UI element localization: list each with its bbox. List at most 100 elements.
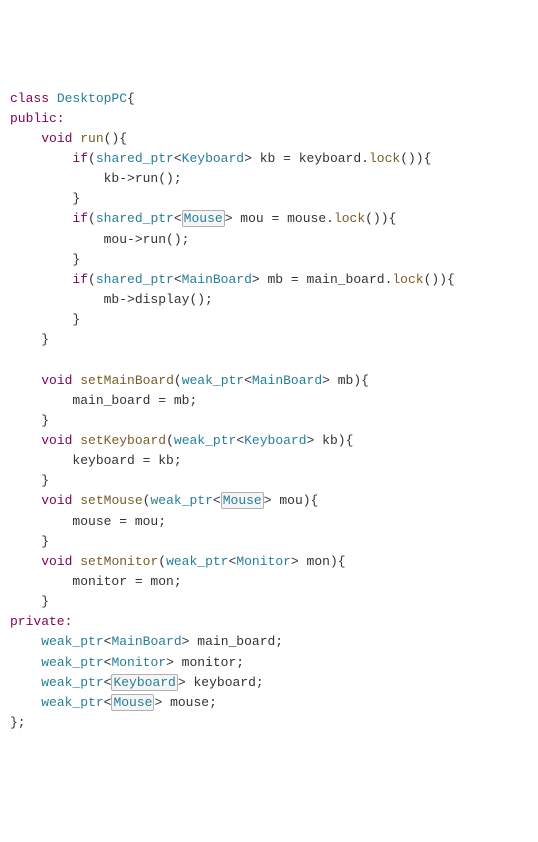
code-line: } [10,189,528,209]
brace: } [41,332,49,347]
stmt: mb->display(); [104,292,213,307]
type-keyboard: Keyboard [111,674,177,691]
type-keyboard: Keyboard [244,433,306,448]
code-line: weak_ptr<Mouse> mouse; [10,693,528,713]
var: main_board [299,272,385,287]
code-line: void setMonitor(weak_ptr<Monitor> mon){ [10,552,528,572]
code-line: weak_ptr<Monitor> monitor; [10,653,528,673]
type-shared-ptr: shared_ptr [96,151,174,166]
brace: } [72,252,80,267]
code-line: void run(){ [10,129,528,149]
code-line: } [10,471,528,491]
angle: < [244,373,252,388]
stmt: keyboard = kb; [72,453,181,468]
code-line: } [10,532,528,552]
type-weak-ptr: weak_ptr [41,675,103,690]
code-line: if(shared_ptr<MainBoard> mb = main_board… [10,270,528,290]
brace: } [41,473,49,488]
paren: ( [88,211,96,226]
text: ()){ [400,151,431,166]
code-line: if(shared_ptr<Mouse> mou = mouse.lock())… [10,209,528,229]
paren: ( [158,554,166,569]
type-mouse: Mouse [182,210,225,227]
code-line: main_board = mb; [10,391,528,411]
type-weak-ptr: weak_ptr [41,634,103,649]
code-line: void setKeyboard(weak_ptr<Keyboard> kb){ [10,431,528,451]
brace: } [72,191,80,206]
end-brace: }; [10,715,26,730]
call-lock: lock [369,151,400,166]
keyword-void: void [41,373,72,388]
code-line: }; [10,713,528,733]
text: main_board; [189,634,283,649]
angle: < [104,655,112,670]
code-block: class DesktopPC{public: void run(){ if(s… [10,89,528,734]
text: mon){ [299,554,346,569]
op: = [283,151,291,166]
code-line: } [10,592,528,612]
call-lock: lock [334,211,365,226]
paren: ( [174,373,182,388]
code-line: mou->run(); [10,230,528,250]
text: keyboard; [186,675,264,690]
angle: > [264,493,272,508]
fn-run: run [80,131,103,146]
keyword-void: void [41,131,72,146]
type-monitor: Monitor [111,655,166,670]
angle: > [166,655,174,670]
text: mou){ [272,493,319,508]
code-line: monitor = mon; [10,572,528,592]
fn-setmonitor: setMonitor [80,554,158,569]
type-weak-ptr: weak_ptr [166,554,228,569]
code-line: } [10,250,528,270]
brace: } [72,312,80,327]
op: . [361,151,369,166]
text: ()){ [424,272,455,287]
angle: > [322,373,330,388]
keyword-void: void [41,554,72,569]
paren: ( [88,151,96,166]
keyword-if: if [72,151,88,166]
paren: ( [166,433,174,448]
code-line: } [10,411,528,431]
type-mouse: Mouse [221,492,264,509]
keyword-if: if [72,272,88,287]
angle: < [174,272,182,287]
blank-line [10,350,528,370]
var: keyboard [291,151,361,166]
paren: ( [88,272,96,287]
code-line: public: [10,109,528,129]
text: mb){ [330,373,369,388]
angle: < [174,151,182,166]
code-line: weak_ptr<MainBoard> main_board; [10,632,528,652]
angle: > [291,554,299,569]
fn-setmainboard: setMainBoard [80,373,174,388]
brace: { [127,91,135,106]
code-line: class DesktopPC{ [10,89,528,109]
angle: > [244,151,252,166]
var: mb [260,272,291,287]
op: . [326,211,334,226]
type-shared-ptr: shared_ptr [96,211,174,226]
keyword-private: private: [10,614,72,629]
stmt: mou->run(); [104,232,190,247]
code-line: void setMainBoard(weak_ptr<MainBoard> mb… [10,371,528,391]
code-line: } [10,310,528,330]
code-line: kb->run(); [10,169,528,189]
angle: > [252,272,260,287]
brace: } [41,413,49,428]
type-keyboard: Keyboard [182,151,244,166]
var: mou [233,211,272,226]
type-mainboard: MainBoard [252,373,322,388]
keyword-void: void [41,493,72,508]
text: mouse; [162,695,217,710]
op: = [291,272,299,287]
keyword-void: void [41,433,72,448]
class-name: DesktopPC [57,91,127,106]
type-shared-ptr: shared_ptr [96,272,174,287]
stmt: main_board = mb; [72,393,197,408]
type-weak-ptr: weak_ptr [182,373,244,388]
stmt: kb->run(); [104,171,182,186]
type-weak-ptr: weak_ptr [174,433,236,448]
type-monitor: Monitor [236,554,291,569]
